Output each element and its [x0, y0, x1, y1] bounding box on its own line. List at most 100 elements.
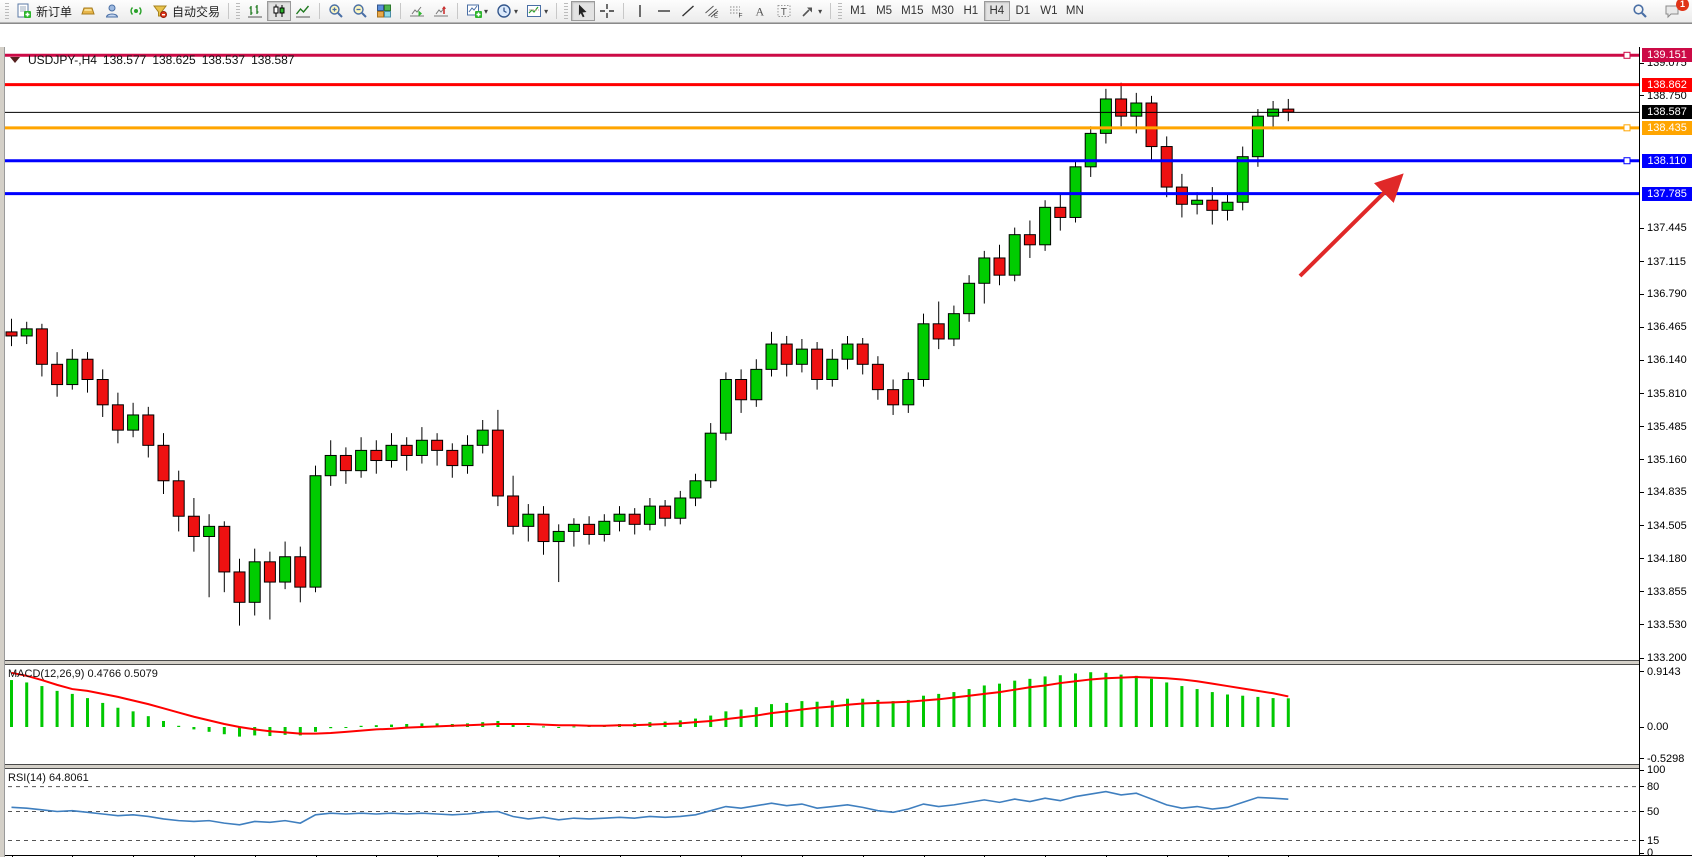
timeframe-MN[interactable]: MN: [1062, 1, 1088, 21]
bull-candle[interactable]: [948, 314, 959, 339]
bull-candle[interactable]: [280, 557, 291, 582]
timeframe-H4[interactable]: H4: [984, 1, 1010, 21]
text-label-button[interactable]: T: [772, 1, 796, 21]
line-chart-button[interactable]: [291, 1, 315, 21]
text-button[interactable]: A: [748, 1, 772, 21]
timeframe-M30[interactable]: M30: [927, 1, 957, 21]
bear-candle[interactable]: [1055, 207, 1066, 217]
bear-candle[interactable]: [584, 524, 595, 534]
search-button[interactable]: [1628, 1, 1652, 21]
timeframe-M1[interactable]: M1: [845, 1, 871, 21]
bull-candle[interactable]: [1237, 157, 1248, 203]
bear-candle[interactable]: [508, 496, 519, 526]
bear-candle[interactable]: [492, 430, 503, 496]
timeframe-W1[interactable]: W1: [1036, 1, 1062, 21]
bear-candle[interactable]: [401, 445, 412, 455]
bull-candle[interactable]: [675, 498, 686, 518]
bear-candle[interactable]: [52, 364, 63, 384]
auto-trading-button[interactable]: 自动交易: [148, 1, 224, 21]
bear-candle[interactable]: [538, 514, 549, 541]
bull-candle[interactable]: [356, 450, 367, 470]
bear-candle[interactable]: [888, 390, 899, 405]
bear-candle[interactable]: [933, 324, 944, 339]
bull-candle[interactable]: [204, 526, 215, 536]
bull-candle[interactable]: [918, 324, 929, 380]
bull-candle[interactable]: [964, 283, 975, 313]
bull-candle[interactable]: [1040, 207, 1051, 244]
bull-candle[interactable]: [1252, 116, 1263, 157]
hline-handle[interactable]: [1624, 158, 1630, 164]
timeframe-H1[interactable]: H1: [958, 1, 984, 21]
bull-candle[interactable]: [1192, 200, 1203, 204]
bull-candle[interactable]: [751, 369, 762, 399]
period-button[interactable]: ▾: [492, 1, 522, 21]
accounts-button[interactable]: [100, 1, 124, 21]
timeframe-M15[interactable]: M15: [897, 1, 927, 21]
bear-candle[interactable]: [1283, 109, 1294, 112]
bull-candle[interactable]: [690, 481, 701, 498]
notifications-button[interactable]: 1: [1660, 1, 1684, 21]
bar-chart-button[interactable]: [243, 1, 267, 21]
bear-candle[interactable]: [371, 450, 382, 460]
add-indicator-button[interactable]: ▾: [462, 1, 492, 21]
bull-candle[interactable]: [568, 524, 579, 531]
bear-candle[interactable]: [97, 380, 108, 405]
bear-candle[interactable]: [36, 329, 47, 364]
chart-area[interactable]: USDJPY-,H4 138.577 138.625 138.537 138.5…: [0, 23, 1692, 857]
bear-candle[interactable]: [1176, 187, 1187, 204]
bull-candle[interactable]: [386, 445, 397, 460]
bull-candle[interactable]: [477, 430, 488, 445]
crosshair-button[interactable]: [595, 1, 619, 21]
bear-candle[interactable]: [447, 450, 458, 465]
bear-candle[interactable]: [1116, 99, 1127, 116]
bull-candle[interactable]: [1009, 235, 1020, 276]
bear-candle[interactable]: [872, 364, 883, 389]
signals-button[interactable]: [124, 1, 148, 21]
vertical-line-button[interactable]: [628, 1, 652, 21]
panel-divider[interactable]: [0, 660, 1692, 665]
bear-candle[interactable]: [1207, 200, 1218, 210]
fibonacci-button[interactable]: F: [724, 1, 748, 21]
bear-candle[interactable]: [295, 557, 306, 587]
bull-candle[interactable]: [1070, 167, 1081, 218]
bear-candle[interactable]: [340, 455, 351, 470]
panel-divider[interactable]: [0, 764, 1692, 769]
bear-candle[interactable]: [781, 344, 792, 364]
bear-candle[interactable]: [432, 440, 443, 450]
templates-button[interactable]: ▾: [522, 1, 552, 21]
bull-candle[interactable]: [979, 258, 990, 283]
bear-candle[interactable]: [82, 359, 93, 379]
bull-candle[interactable]: [325, 455, 336, 475]
equidistant-channel-button[interactable]: E: [700, 1, 724, 21]
bull-candle[interactable]: [599, 521, 610, 534]
trendline-button[interactable]: [676, 1, 700, 21]
hline-handle[interactable]: [1624, 125, 1630, 131]
deposit-button[interactable]: [76, 1, 100, 21]
bull-candle[interactable]: [796, 349, 807, 364]
horizontal-line-button[interactable]: [652, 1, 676, 21]
one-click-trading-icon[interactable]: [10, 57, 20, 63]
bull-candle[interactable]: [462, 445, 473, 465]
bull-candle[interactable]: [720, 380, 731, 434]
hline-handle[interactable]: [1624, 52, 1630, 58]
bull-candle[interactable]: [416, 440, 427, 455]
bull-candle[interactable]: [614, 514, 625, 521]
new-order-button[interactable]: 新订单: [12, 1, 76, 21]
timeframe-M5[interactable]: M5: [871, 1, 897, 21]
bull-candle[interactable]: [553, 531, 564, 541]
bear-candle[interactable]: [629, 514, 640, 524]
bull-candle[interactable]: [523, 514, 534, 526]
bear-candle[interactable]: [188, 516, 199, 536]
chart-shift-button[interactable]: [429, 1, 453, 21]
bull-candle[interactable]: [766, 344, 777, 369]
bear-candle[interactable]: [143, 415, 154, 445]
bear-candle[interactable]: [264, 562, 275, 582]
price-axis[interactable]: 139.075138.750137.445137.115136.790136.4…: [1639, 47, 1692, 855]
bull-candle[interactable]: [1131, 103, 1142, 116]
bear-candle[interactable]: [857, 344, 868, 364]
candlestick-chart-button[interactable]: [267, 1, 291, 21]
bear-candle[interactable]: [158, 445, 169, 480]
tile-windows-button[interactable]: [372, 1, 396, 21]
bull-candle[interactable]: [644, 506, 655, 524]
price-panel[interactable]: [0, 47, 1639, 660]
